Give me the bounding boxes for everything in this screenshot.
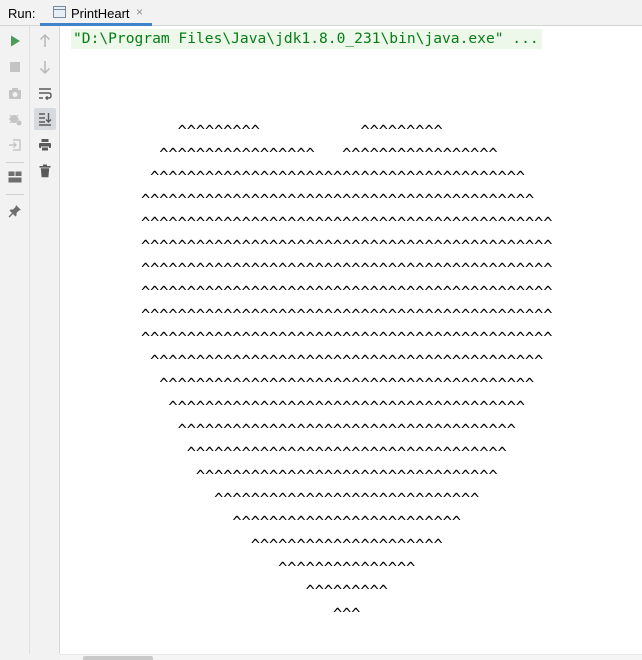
- scroll-to-end-button[interactable]: [34, 108, 56, 130]
- horizontal-scrollbar[interactable]: [60, 654, 642, 660]
- console-output-line: ^^^: [141, 605, 361, 623]
- layout-button[interactable]: [4, 166, 26, 188]
- run-tool-window-header: Run: PrintHeart ×: [0, 0, 642, 26]
- dump-threads-button[interactable]: [4, 82, 26, 104]
- console-tab-icon: [53, 6, 66, 18]
- console-output-line: ^^^^^^^^^^^^^^^^^^^^^: [141, 536, 443, 554]
- run-label: Run:: [8, 6, 36, 21]
- exit-icon: [9, 139, 21, 151]
- run-toolbar-primary: [0, 26, 30, 660]
- console-output-line: ^^^^^^^^^^^^^^^^^^^^^^^^^^^^^^^^^^^^^^^^…: [141, 191, 535, 209]
- settings-bug-icon: [9, 114, 22, 126]
- console-output-line: ^^^^^^^^^^^^^^^: [141, 559, 416, 577]
- console-output-line: ^^^^^^^^^^^^^^^^^^^^^^^^^^^^^^^^^^^^^^^^…: [141, 168, 526, 186]
- heart-ascii-output: ^^^^^^^^^ ^^^^^^^^^ ^^^^^^^^^^^^^^^^^ ^^…: [141, 120, 552, 626]
- previous-occurrence-button[interactable]: [34, 30, 56, 52]
- up-arrow-icon: [39, 34, 51, 47]
- console-output-line: ^^^^^^^^^^^^^^^^^^^^^^^^^^^^^: [141, 490, 480, 508]
- console-output-line: ^^^^^^^^^^^^^^^^^^^^^^^^^^^^^^^^^^^^^^^^…: [141, 283, 553, 301]
- run-toolbar-secondary: [30, 26, 60, 660]
- tab-printheart[interactable]: PrintHeart ×: [40, 0, 152, 26]
- soft-wrap-button[interactable]: [34, 82, 56, 104]
- down-arrow-icon: [39, 61, 51, 74]
- console-output-line: ^^^^^^^^^^^^^^^^^^^^^^^^^^^^^^^^^^^^^^^^…: [141, 214, 553, 232]
- console-output-line: ^^^^^^^^^^^^^^^^^^^^^^^^^^^^^^^^^^^^^^^^…: [141, 375, 535, 393]
- scroll-to-end-icon: [39, 113, 52, 126]
- console-output-line: ^^^^^^^^^^^^^^^^^^^^^^^^^^^^^^^^^^^^^^^: [141, 398, 526, 416]
- console-output-line: ^^^^^^^^^^^^^^^^^^^^^^^^^^^^^^^^^^^^^^^^…: [141, 329, 553, 347]
- pin-icon: [8, 205, 21, 218]
- console-output-line: ^^^^^^^^^^^^^^^^^^^^^^^^^^^^^^^^^^^^^^^^…: [141, 352, 544, 370]
- dump-threads-camera-icon: [9, 87, 21, 99]
- console-output-line: ^^^^^^^^^^^^^^^^^^^^^^^^^^^^^^^^^: [141, 467, 498, 485]
- exit-button[interactable]: [4, 134, 26, 156]
- soft-wrap-icon: [39, 87, 52, 100]
- settings-button[interactable]: [4, 108, 26, 130]
- horizontal-scrollbar-thumb[interactable]: [83, 656, 153, 660]
- console-output-line: ^^^^^^^^^^^^^^^^^^^^^^^^^: [141, 513, 462, 531]
- tab-title: PrintHeart: [71, 6, 130, 21]
- console-output-line: ^^^^^^^^^^^^^^^^^^^^^^^^^^^^^^^^^^^^^^^^…: [141, 237, 553, 255]
- print-button[interactable]: [34, 134, 56, 156]
- layout-icon: [8, 171, 22, 183]
- next-occurrence-button[interactable]: [34, 56, 56, 78]
- clear-all-button[interactable]: [34, 160, 56, 182]
- pin-tab-button[interactable]: [4, 200, 26, 222]
- console-output-line: ^^^^^^^^^^^^^^^^^^^^^^^^^^^^^^^^^^^^^^^^…: [141, 260, 553, 278]
- console-output[interactable]: "D:\Program Files\Java\jdk1.8.0_231\bin\…: [60, 26, 642, 654]
- stop-button[interactable]: [4, 56, 26, 78]
- stop-icon: [10, 62, 20, 72]
- console-output-line: ^^^^^^^^^^^^^^^^^^^^^^^^^^^^^^^^^^^^^: [141, 421, 516, 439]
- print-icon: [39, 139, 51, 152]
- console-output-line: ^^^^^^^^^^^^^^^^^^^^^^^^^^^^^^^^^^^^^^^^…: [141, 306, 553, 324]
- rerun-button[interactable]: [4, 30, 26, 52]
- console-output-line: ^^^^^^^^^: [141, 582, 388, 600]
- console-output-line: ^^^^^^^^^^^^^^^^^^^^^^^^^^^^^^^^^^^: [141, 444, 507, 462]
- close-tab-icon[interactable]: ×: [136, 4, 143, 20]
- command-line-text[interactable]: "D:\Program Files\Java\jdk1.8.0_231\bin\…: [71, 29, 542, 49]
- trash-icon: [39, 164, 51, 178]
- rerun-icon: [11, 35, 20, 47]
- console-output-line: ^^^^^^^^^^^^^^^^^ ^^^^^^^^^^^^^^^^^: [141, 145, 498, 163]
- console-output-line: ^^^^^^^^^ ^^^^^^^^^: [141, 122, 443, 140]
- run-tool-window: Run: PrintHeart × "D:\Program Files\Java…: [0, 0, 642, 660]
- toolbar-bottom-strip: [0, 654, 60, 660]
